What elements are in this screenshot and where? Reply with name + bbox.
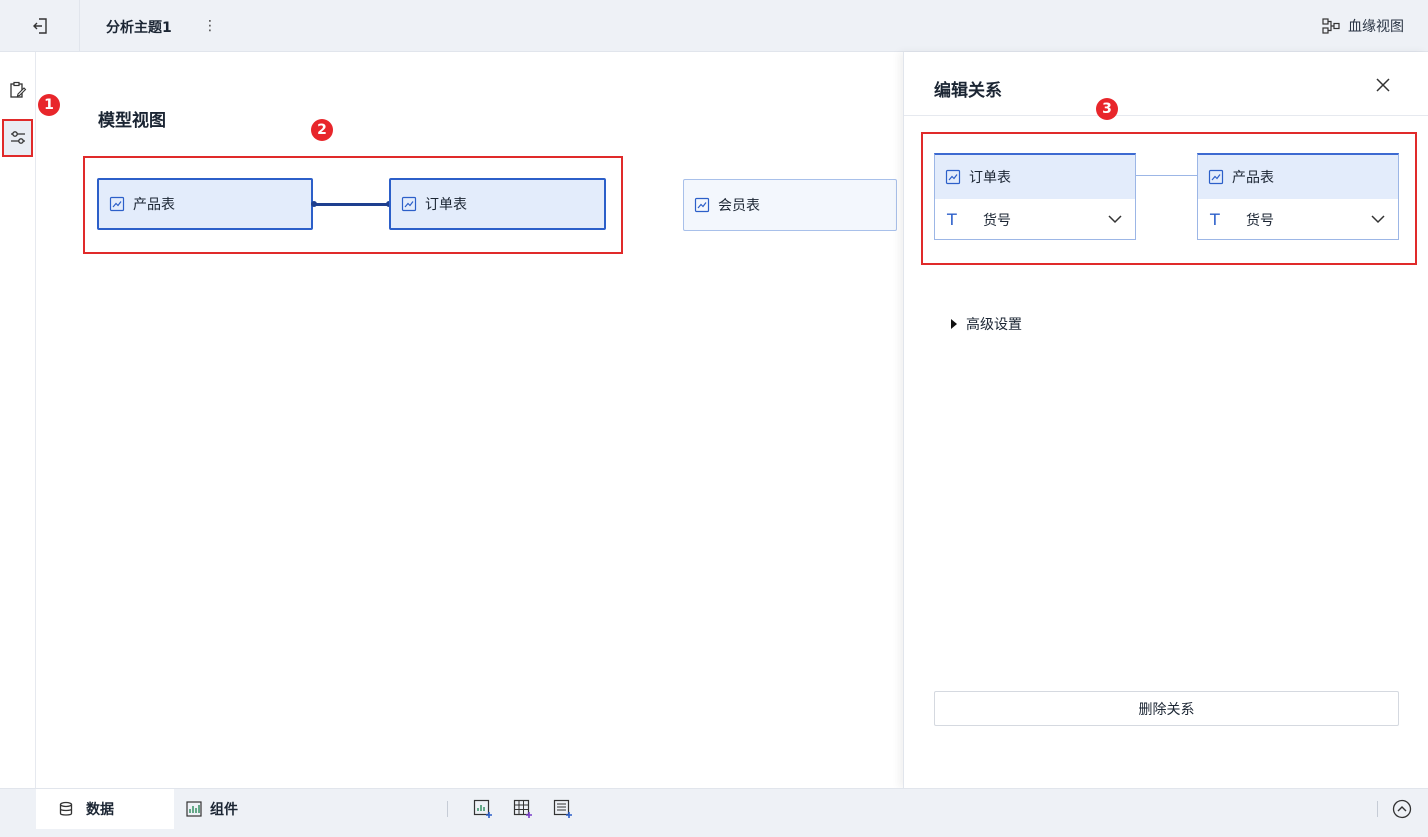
left-sidebar [0,52,36,788]
divider [1377,801,1378,817]
database-icon [59,801,73,816]
more-menu-button[interactable]: ⋮ [203,15,217,37]
lineage-icon [1322,18,1340,34]
bar-chart-icon [186,801,202,817]
caret-right-icon [951,319,957,329]
annotation-badge-2: 2 [311,119,333,141]
table-icon [945,169,961,185]
tab-components-label: 组件 [210,802,238,818]
table-icon [401,196,417,212]
lineage-view-button[interactable]: 血缘视图 [1322,14,1404,38]
text-type-icon: T [1210,210,1220,229]
top-bar: 分析主题1 ⋮ 血缘视图 [0,0,1428,52]
divider [447,801,448,817]
exit-icon [32,18,47,34]
delete-relation-button[interactable]: 删除关系 [934,691,1399,726]
panel-title: 编辑关系 [934,81,1002,101]
lineage-view-label: 血缘视图 [1348,19,1404,35]
relation-line[interactable] [313,203,390,206]
annotation-badge-3: 3 [1096,98,1118,120]
add-table-icon[interactable] [553,799,573,819]
advanced-settings-label: 高级设置 [966,317,1022,333]
close-icon[interactable] [1374,76,1392,94]
relation-left-field-label: 货号 [983,212,1011,229]
text-type-icon: T [947,210,957,229]
table-node-order[interactable]: 订单表 [389,178,606,230]
table-icon [109,196,125,212]
bottom-bar: 数据 组件 [0,788,1428,837]
table-node-label: 产品表 [133,197,175,213]
relation-right-table-label: 产品表 [1232,170,1274,186]
table-node-member[interactable]: 会员表 [683,179,897,231]
relation-right-field-label: 货号 [1246,212,1274,229]
relation-left-table: 订单表 [935,155,1135,199]
table-icon [1208,169,1224,185]
add-crosstab-icon[interactable] [513,799,533,819]
edit-relation-panel: 编辑关系 订单表 T 货号 产品表 T 货号 高级设置 删除关系 [903,52,1428,788]
chevron-down-icon [1108,215,1122,224]
relation-left-card: 订单表 T 货号 [934,153,1136,240]
collapse-up-icon[interactable] [1392,799,1412,819]
advanced-settings-toggle[interactable]: 高级设置 [950,314,1022,334]
relation-left-table-label: 订单表 [969,170,1011,186]
relation-endpoint [311,201,317,207]
settings-sliders-icon [10,131,25,144]
tab-components[interactable]: 组件 [186,799,238,819]
relation-left-field-select[interactable]: T 货号 [935,199,1135,240]
annotation-badge-1: 1 [38,94,60,116]
panel-divider [904,115,1428,116]
chevron-down-icon [1371,215,1385,224]
table-node-label: 订单表 [425,197,467,213]
sidebar-model-button[interactable] [2,119,33,157]
add-chart-icon[interactable] [473,799,493,819]
tab-data-label: 数据 [86,802,114,818]
table-node-label: 会员表 [718,198,760,214]
relation-link-line [1136,175,1198,176]
relation-right-table: 产品表 [1198,155,1398,199]
page-title: 分析主题1 [106,20,172,36]
table-icon [694,197,710,213]
tab-data[interactable]: 数据 [36,789,174,829]
exit-button[interactable] [0,0,80,52]
table-node-product[interactable]: 产品表 [97,178,313,230]
clipboard-edit-icon [10,81,27,98]
relation-right-field-select[interactable]: T 货号 [1198,199,1398,240]
relation-right-card: 产品表 T 货号 [1197,153,1399,240]
sidebar-edit-button[interactable] [4,76,32,104]
model-view-title: 模型视图 [98,111,166,131]
